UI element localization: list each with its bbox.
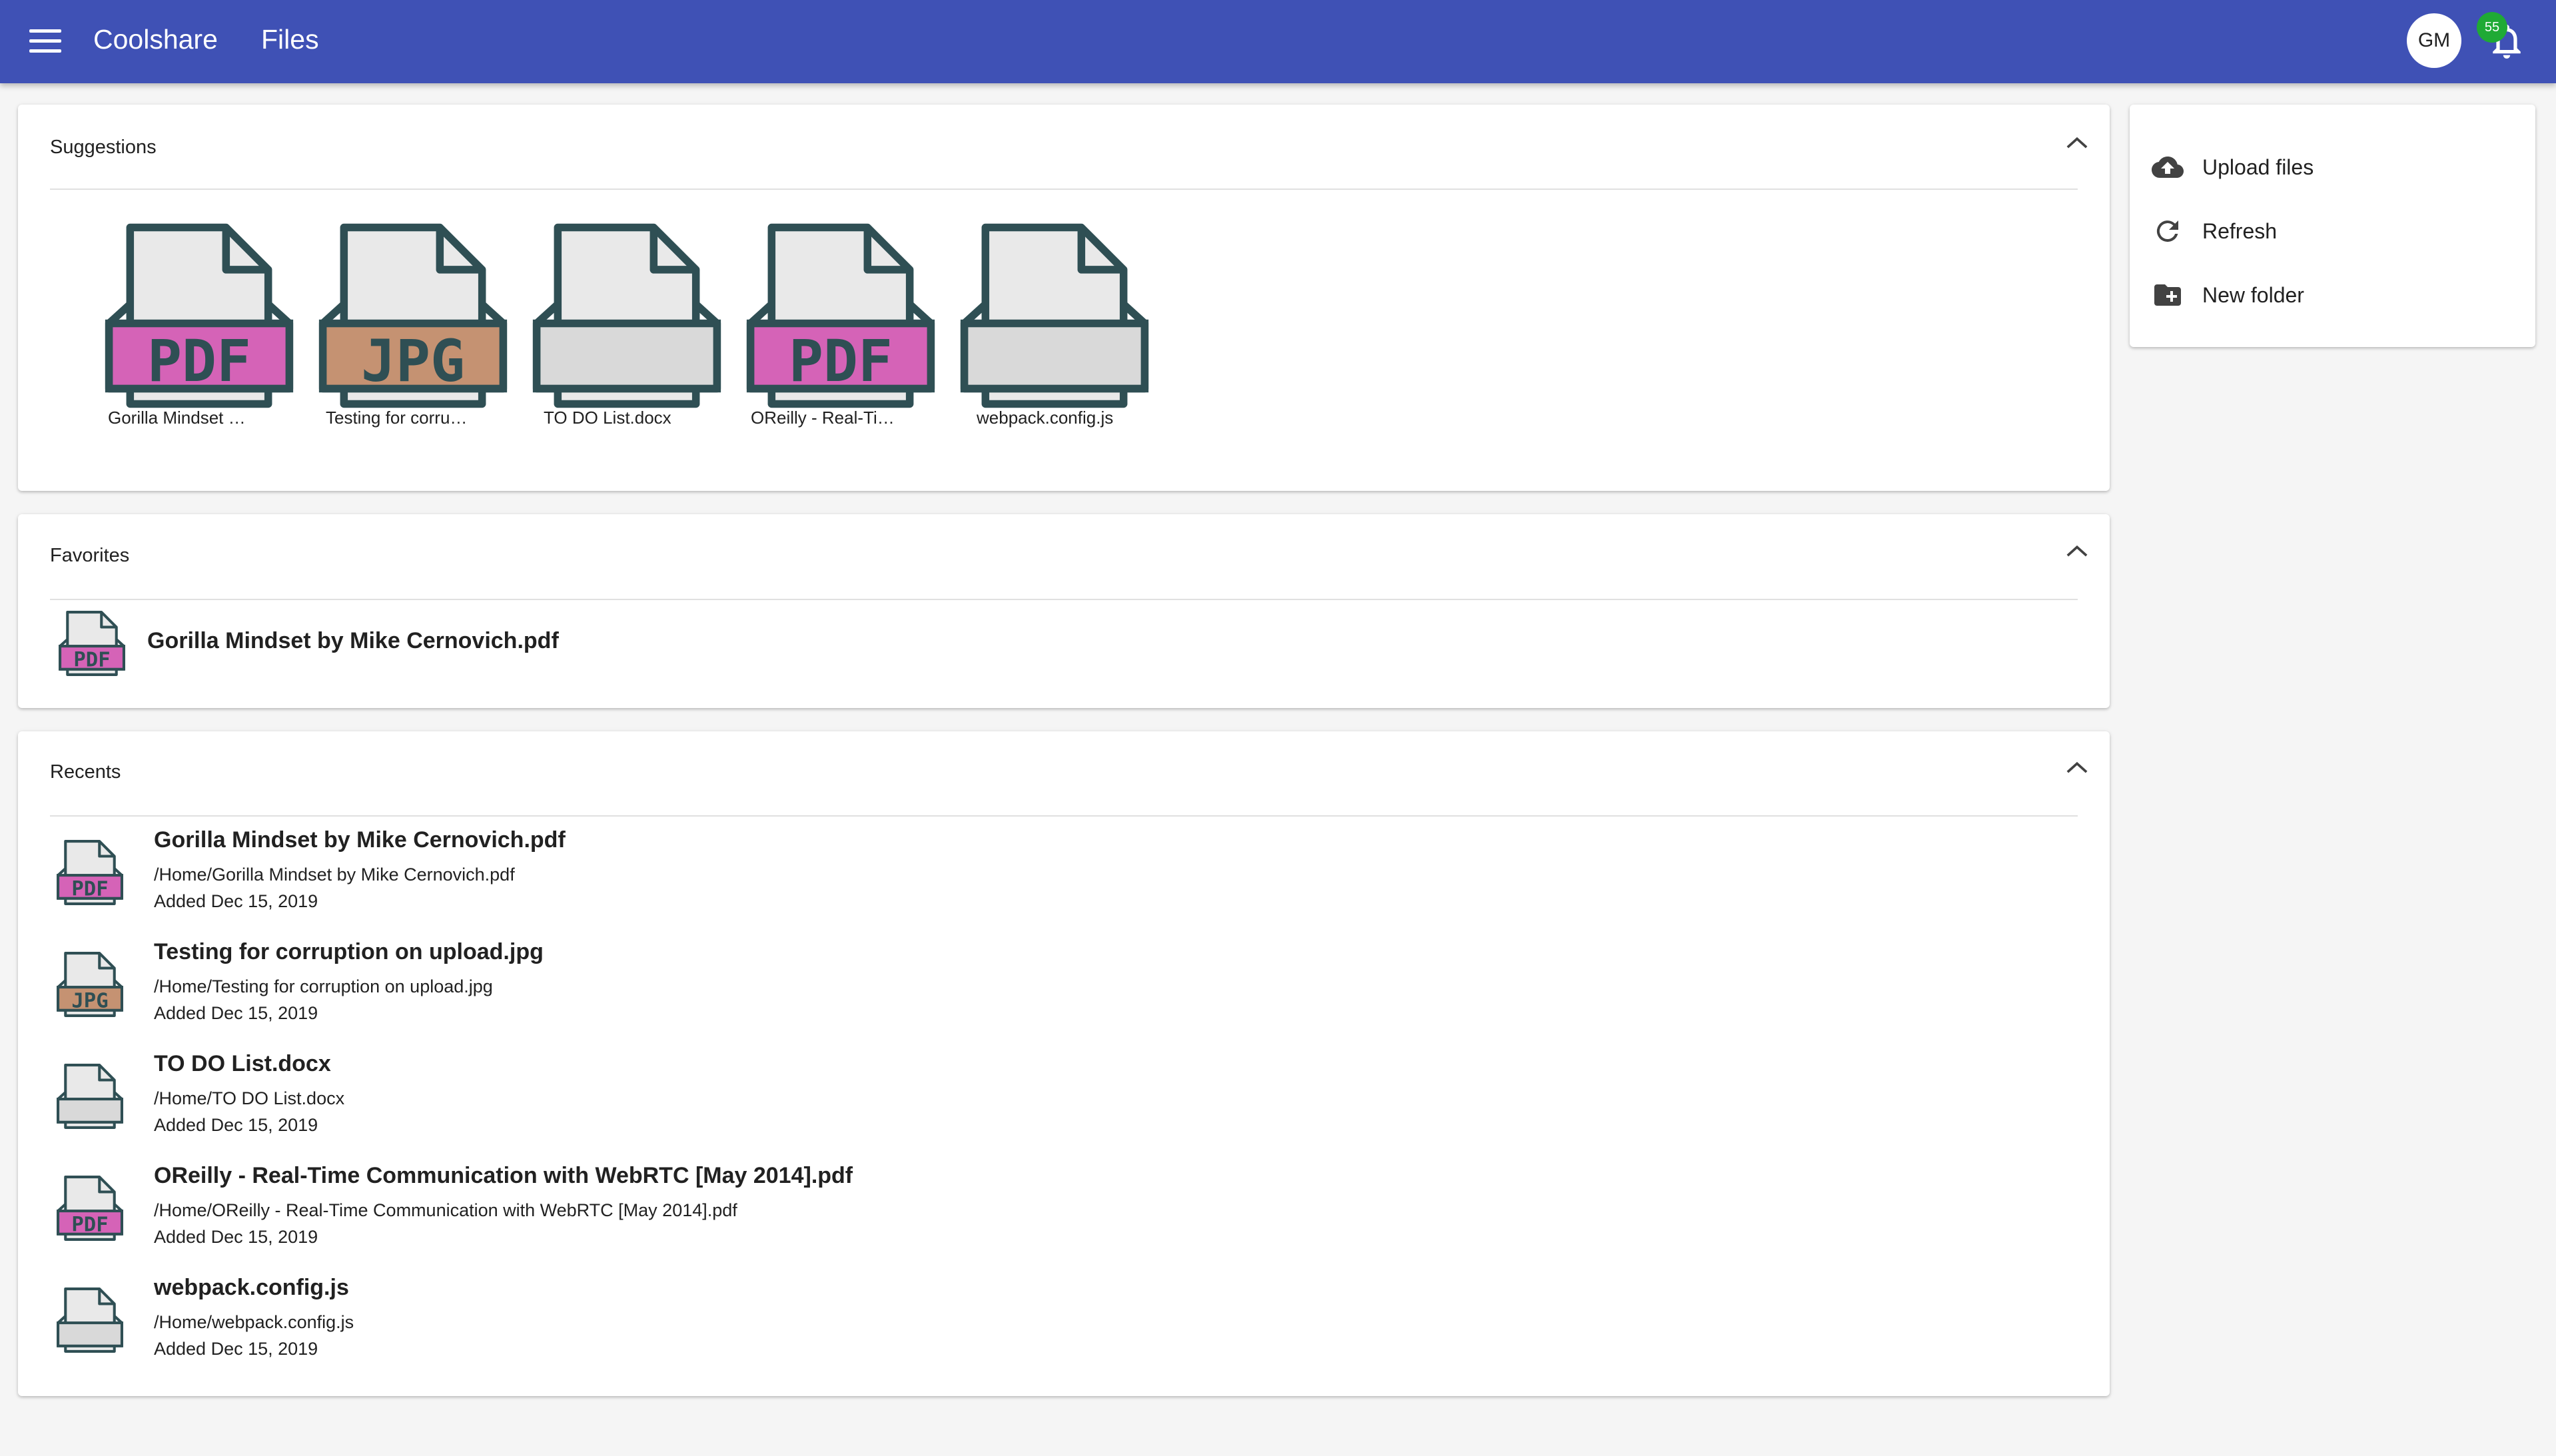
new-folder-button[interactable]: New folder bbox=[2152, 272, 2525, 318]
recent-item-path: /Home/Gorilla Mindset by Mike Cernovich.… bbox=[154, 865, 515, 885]
recent-item-date: Added Dec 15, 2019 bbox=[154, 1003, 318, 1023]
suggestions-title: Suggestions bbox=[50, 137, 157, 158]
recent-item-path: /Home/Testing for corruption on upload.j… bbox=[154, 976, 493, 996]
cloud-upload-icon bbox=[2152, 157, 2184, 178]
suggestion-item-label: webpack.config.js bbox=[977, 408, 1114, 428]
recent-item-path: /Home/OReilly - Real-Time Communication … bbox=[154, 1200, 737, 1220]
favorite-item-name: Gorilla Mindset by Mike Cernovich.pdf bbox=[147, 628, 559, 653]
recent-item-date: Added Dec 15, 2019 bbox=[154, 891, 318, 911]
recent-item[interactable]: TO DO List.docx /Home/TO DO List.docx Ad… bbox=[32, 1051, 2077, 1158]
recents-title: Recents bbox=[50, 761, 121, 783]
recent-item-date: Added Dec 15, 2019 bbox=[154, 1115, 318, 1135]
svg-text:PDF: PDF bbox=[71, 878, 108, 901]
recent-item[interactable]: JPG Testing for corruption on upload.jpg… bbox=[32, 939, 2077, 1046]
upload-files-button[interactable]: Upload files bbox=[2152, 144, 2525, 190]
divider bbox=[50, 599, 2078, 600]
chevron-up-icon[interactable] bbox=[2066, 135, 2088, 150]
refresh-label: Refresh bbox=[2202, 218, 2278, 243]
suggestion-item-label: OReilly - Real-Ti… bbox=[751, 408, 895, 428]
suggestion-item-label: Gorilla Mindset … bbox=[108, 408, 246, 428]
chevron-up-icon[interactable] bbox=[2066, 760, 2088, 775]
recent-item-name: webpack.config.js bbox=[154, 1275, 349, 1300]
recent-item-path: /Home/webpack.config.js bbox=[154, 1312, 354, 1332]
pdf-file-icon: PDF bbox=[58, 609, 126, 681]
jpg-file-icon: JPG bbox=[303, 220, 508, 412]
recent-item[interactable]: PDF OReilly - Real-Time Communication wi… bbox=[32, 1163, 2077, 1270]
upload-files-label: Upload files bbox=[2202, 155, 2314, 179]
recent-item-name: TO DO List.docx bbox=[154, 1051, 331, 1076]
file-icon bbox=[56, 1285, 124, 1358]
svg-text:JPG: JPG bbox=[71, 990, 108, 1013]
divider bbox=[50, 188, 2078, 190]
jpg-file-icon: JPG bbox=[56, 950, 124, 1022]
app-bar: Coolshare Files GM 55 bbox=[0, 0, 2556, 83]
suggestion-item[interactable]: JPG Testing for corru… bbox=[303, 220, 508, 428]
chevron-up-icon[interactable] bbox=[2066, 544, 2088, 558]
recent-item-date: Added Dec 15, 2019 bbox=[154, 1339, 318, 1359]
app-brand[interactable]: Coolshare bbox=[93, 24, 218, 55]
new-folder-label: New folder bbox=[2202, 282, 2304, 307]
favorite-item[interactable]: PDF Gorilla Mindset by Mike Cernovich.pd… bbox=[50, 603, 2095, 683]
recent-item-date: Added Dec 15, 2019 bbox=[154, 1227, 318, 1247]
suggestion-item[interactable]: PDF Gorilla Mindset … bbox=[89, 220, 294, 428]
favorites-title: Favorites bbox=[50, 545, 130, 566]
suggestion-item-label: TO DO List.docx bbox=[544, 408, 671, 428]
page-title: Files bbox=[261, 24, 319, 55]
divider bbox=[50, 815, 2078, 817]
suggestion-item-label: Testing for corru… bbox=[326, 408, 468, 428]
suggestion-item[interactable]: TO DO List.docx bbox=[517, 220, 721, 428]
avatar[interactable]: GM bbox=[2407, 13, 2461, 68]
new-folder-icon bbox=[2154, 284, 2181, 306]
recent-item-name: Testing for corruption on upload.jpg bbox=[154, 939, 544, 964]
svg-text:JPG: JPG bbox=[361, 328, 465, 395]
refresh-button[interactable]: Refresh bbox=[2152, 208, 2525, 254]
svg-text:PDF: PDF bbox=[73, 649, 110, 672]
recent-item-name: OReilly - Real-Time Communication with W… bbox=[154, 1163, 853, 1188]
pdf-file-icon: PDF bbox=[731, 220, 935, 412]
suggestion-item[interactable]: webpack.config.js bbox=[945, 220, 1149, 428]
file-icon bbox=[517, 220, 721, 412]
menu-icon[interactable] bbox=[29, 29, 61, 56]
suggestions-card: Suggestions PDF Gorilla Mindset … JPG Te… bbox=[18, 105, 2110, 491]
suggestion-item[interactable]: PDF OReilly - Real-Ti… bbox=[731, 220, 935, 428]
recent-item-path: /Home/TO DO List.docx bbox=[154, 1088, 345, 1108]
recent-item[interactable]: webpack.config.js /Home/webpack.config.j… bbox=[32, 1275, 2077, 1381]
svg-text:PDF: PDF bbox=[789, 328, 893, 395]
file-icon bbox=[945, 220, 1149, 412]
pdf-file-icon: PDF bbox=[56, 1174, 124, 1246]
recent-item-name: Gorilla Mindset by Mike Cernovich.pdf bbox=[154, 827, 566, 853]
pdf-file-icon: PDF bbox=[89, 220, 294, 412]
recent-item[interactable]: PDF Gorilla Mindset by Mike Cernovich.pd… bbox=[32, 827, 2077, 934]
svg-text:PDF: PDF bbox=[71, 1214, 108, 1237]
file-icon bbox=[56, 1062, 124, 1134]
svg-text:PDF: PDF bbox=[147, 328, 251, 395]
notification-badge: 55 bbox=[2477, 12, 2507, 43]
refresh-icon bbox=[2156, 220, 2178, 242]
pdf-file-icon: PDF bbox=[56, 838, 124, 910]
